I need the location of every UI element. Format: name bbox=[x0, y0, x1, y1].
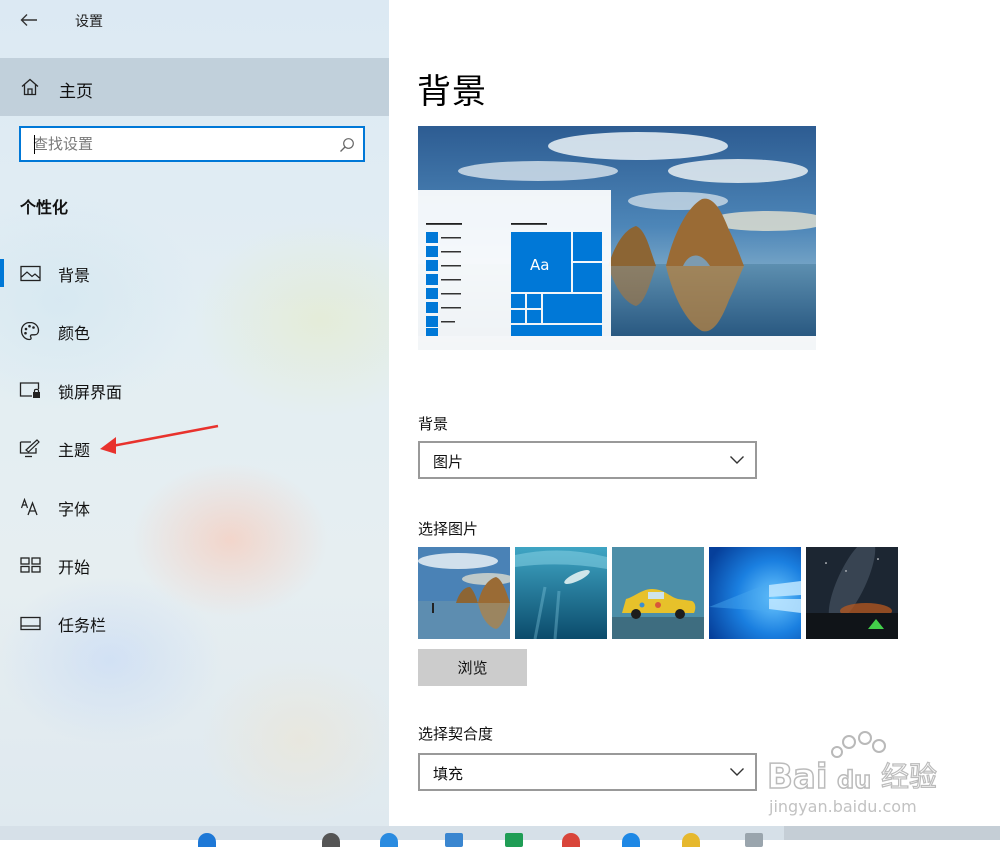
taskbar-icon bbox=[19, 616, 41, 630]
home-icon bbox=[21, 78, 39, 96]
sidebar-item-label: 主题 bbox=[58, 441, 91, 460]
back-arrow-icon bbox=[20, 14, 37, 26]
lock-screen-icon bbox=[19, 382, 40, 398]
background-preview: Aa bbox=[418, 126, 816, 350]
watermark-url: jingyan.baidu.com bbox=[768, 797, 917, 816]
font-icon bbox=[20, 498, 38, 516]
thumbnail-yellow-car[interactable] bbox=[612, 547, 704, 639]
watermark-brand: Bai bbox=[767, 757, 828, 797]
sidebar-item-colors[interactable]: 颜色 bbox=[0, 305, 389, 357]
sidebar-item-label: 颜色 bbox=[58, 324, 91, 343]
sidebar-item-start[interactable]: 开始 bbox=[0, 539, 389, 591]
background-type-select[interactable]: 图片 bbox=[418, 441, 757, 479]
sidebar-item-label: 锁屏界面 bbox=[58, 383, 123, 402]
search-input[interactable] bbox=[33, 134, 323, 154]
title-bar: 设置 bbox=[0, 0, 389, 40]
sidebar-item-taskbar[interactable]: 任务栏 bbox=[0, 597, 389, 649]
sidebar-item-home[interactable]: 主页 bbox=[0, 58, 389, 116]
choose-picture-label: 选择图片 bbox=[418, 520, 479, 538]
fit-select[interactable]: 填充 bbox=[418, 753, 757, 791]
background-label: 背景 bbox=[418, 415, 449, 433]
text-caret bbox=[34, 135, 35, 154]
taskbar-app-icon[interactable] bbox=[682, 833, 700, 847]
search-icon[interactable] bbox=[339, 137, 355, 153]
taskbar-app-icon[interactable] bbox=[505, 833, 523, 847]
browse-button[interactable]: 浏览 bbox=[418, 649, 527, 686]
preview-image: Aa bbox=[418, 126, 816, 350]
sidebar-item-lock-screen[interactable]: 锁屏界面 bbox=[0, 364, 389, 416]
window-title: 设置 bbox=[75, 14, 103, 30]
sidebar-item-fonts[interactable]: 字体 bbox=[0, 481, 389, 533]
main-content: 背景 Aa 背景 图片 选择图片 浏览 选择契合度 填充 bbox=[389, 0, 1000, 826]
picture-thumbnails bbox=[418, 547, 900, 639]
sidebar: 设置 主页 个性化 背景 bbox=[0, 0, 389, 826]
baidu-jingyan-watermark: Bai du 经验 jingyan.baidu.com bbox=[766, 731, 938, 816]
sidebar-item-label: 背景 bbox=[58, 266, 91, 285]
sidebar-item-label: 开始 bbox=[58, 558, 91, 577]
thumbnail-beach-rocks[interactable] bbox=[418, 547, 510, 639]
section-title: 个性化 bbox=[20, 198, 69, 217]
sidebar-item-background[interactable]: 背景 bbox=[0, 247, 389, 299]
chevron-down-icon bbox=[730, 768, 744, 776]
fit-value: 填充 bbox=[433, 765, 464, 783]
page-title: 背景 bbox=[417, 72, 487, 112]
thumbnail-windows-light[interactable] bbox=[709, 547, 801, 639]
palette-icon bbox=[20, 321, 40, 341]
start-grid-icon bbox=[19, 557, 41, 573]
taskbar-app-icon[interactable] bbox=[745, 833, 763, 847]
taskbar-app-icon[interactable] bbox=[380, 833, 398, 847]
taskbar-tray bbox=[784, 826, 1000, 840]
thumbnail-underwater[interactable] bbox=[515, 547, 607, 639]
preview-tile-text: Aa bbox=[530, 256, 549, 274]
watermark-brand-du: du bbox=[837, 766, 871, 794]
taskbar-app-icon[interactable] bbox=[562, 833, 580, 847]
taskbar-app-icon[interactable] bbox=[198, 833, 216, 847]
thumbnail-night-sky[interactable] bbox=[806, 547, 898, 639]
back-button[interactable] bbox=[14, 7, 44, 33]
watermark-cn: 经验 bbox=[881, 760, 937, 793]
chevron-down-icon bbox=[730, 456, 744, 464]
taskbar-app-icon[interactable] bbox=[445, 833, 463, 847]
taskbar-app-icon[interactable] bbox=[322, 833, 340, 847]
active-indicator bbox=[0, 259, 4, 287]
home-label: 主页 bbox=[59, 82, 93, 102]
sidebar-item-label: 字体 bbox=[58, 500, 91, 519]
annotation-arrow bbox=[100, 424, 219, 454]
taskbar-strip bbox=[0, 826, 1000, 847]
sidebar-item-label: 任务栏 bbox=[58, 616, 107, 635]
fit-label: 选择契合度 bbox=[418, 725, 494, 743]
search-box[interactable] bbox=[19, 126, 365, 162]
background-type-value: 图片 bbox=[433, 453, 464, 471]
taskbar-app-icon[interactable] bbox=[622, 833, 640, 847]
picture-icon bbox=[19, 265, 41, 281]
theme-brush-icon bbox=[19, 439, 40, 458]
